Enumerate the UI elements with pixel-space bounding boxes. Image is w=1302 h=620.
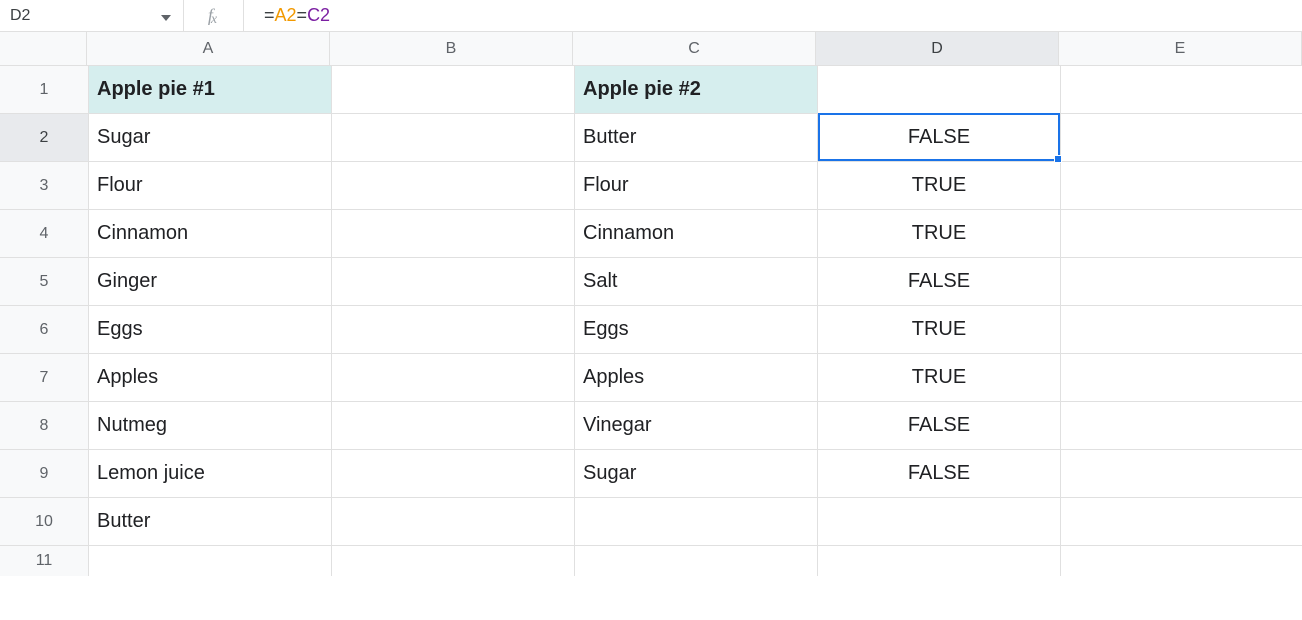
col-header-c[interactable]: C	[573, 32, 816, 66]
cell-A10[interactable]: Butter	[89, 498, 332, 546]
cell-E4[interactable]	[1061, 210, 1302, 258]
formula-input[interactable]: =A2=C2	[244, 0, 1302, 31]
row-header-7[interactable]: 7	[0, 354, 89, 402]
row-header-1[interactable]: 1	[0, 66, 89, 114]
cell-A8[interactable]: Nutmeg	[89, 402, 332, 450]
cell-D2[interactable]: FALSE	[818, 114, 1061, 162]
fx-label-wrap: f x	[184, 0, 244, 31]
formula-ref-a2: A2	[275, 5, 297, 26]
cell-E11[interactable]	[1061, 546, 1302, 576]
cell-B2[interactable]	[332, 114, 575, 162]
cell-A3[interactable]: Flour	[89, 162, 332, 210]
row-header-6[interactable]: 6	[0, 306, 89, 354]
formula-ref-c2: C2	[307, 5, 330, 26]
cell-E8[interactable]	[1061, 402, 1302, 450]
cell-A9[interactable]: Lemon juice	[89, 450, 332, 498]
cell-E7[interactable]	[1061, 354, 1302, 402]
spreadsheet-grid: A B C D E 1 2 3 4 5 6 7 8 9 10 11 Apple …	[0, 32, 1302, 576]
cell-B11[interactable]	[332, 546, 575, 576]
cell-C8[interactable]: Vinegar	[575, 402, 818, 450]
cell-D1[interactable]	[818, 66, 1061, 114]
cell-D11[interactable]	[818, 546, 1061, 576]
cell-C4[interactable]: Cinnamon	[575, 210, 818, 258]
row-header-5[interactable]: 5	[0, 258, 89, 306]
row-header-3[interactable]: 3	[0, 162, 89, 210]
cell-C10[interactable]	[575, 498, 818, 546]
formula-bar: D2 f x =A2=C2	[0, 0, 1302, 32]
col-header-b[interactable]: B	[330, 32, 573, 66]
fx-sub-icon: x	[211, 12, 217, 28]
row-header-8[interactable]: 8	[0, 402, 89, 450]
cell-E9[interactable]	[1061, 450, 1302, 498]
cell-E1[interactable]	[1061, 66, 1302, 114]
col-header-e[interactable]: E	[1059, 32, 1302, 66]
cell-A11[interactable]	[89, 546, 332, 576]
cell-D7[interactable]: TRUE	[818, 354, 1061, 402]
cell-C3[interactable]: Flour	[575, 162, 818, 210]
cell-A4[interactable]: Cinnamon	[89, 210, 332, 258]
row-header-4[interactable]: 4	[0, 210, 89, 258]
cell-C2[interactable]: Butter	[575, 114, 818, 162]
cell-E3[interactable]	[1061, 162, 1302, 210]
row-header-11[interactable]: 11	[0, 546, 89, 576]
corner-select-all[interactable]	[0, 32, 87, 66]
cell-E5[interactable]	[1061, 258, 1302, 306]
cell-C1[interactable]: Apple pie #2	[575, 66, 818, 114]
dropdown-icon[interactable]	[161, 8, 171, 24]
cell-D3[interactable]: TRUE	[818, 162, 1061, 210]
formula-eq2: =	[297, 5, 308, 26]
cell-B3[interactable]	[332, 162, 575, 210]
cell-C6[interactable]: Eggs	[575, 306, 818, 354]
cell-C9[interactable]: Sugar	[575, 450, 818, 498]
cell-D9[interactable]: FALSE	[818, 450, 1061, 498]
cell-A2[interactable]: Sugar	[89, 114, 332, 162]
name-box[interactable]: D2	[0, 0, 184, 31]
cell-B1[interactable]	[332, 66, 575, 114]
formula-eq: =	[264, 5, 275, 26]
cell-D4[interactable]: TRUE	[818, 210, 1061, 258]
col-header-d[interactable]: D	[816, 32, 1059, 66]
row-header-2[interactable]: 2	[0, 114, 89, 162]
cell-D8[interactable]: FALSE	[818, 402, 1061, 450]
cell-B9[interactable]	[332, 450, 575, 498]
cell-B5[interactable]	[332, 258, 575, 306]
cell-A7[interactable]: Apples	[89, 354, 332, 402]
cell-A5[interactable]: Ginger	[89, 258, 332, 306]
cell-B10[interactable]	[332, 498, 575, 546]
cell-A6[interactable]: Eggs	[89, 306, 332, 354]
cell-C5[interactable]: Salt	[575, 258, 818, 306]
cell-E10[interactable]	[1061, 498, 1302, 546]
cell-C11[interactable]	[575, 546, 818, 576]
cell-D6[interactable]: TRUE	[818, 306, 1061, 354]
cell-E6[interactable]	[1061, 306, 1302, 354]
cell-D5[interactable]: FALSE	[818, 258, 1061, 306]
cell-B4[interactable]	[332, 210, 575, 258]
cell-B6[interactable]	[332, 306, 575, 354]
row-header-10[interactable]: 10	[0, 498, 89, 546]
row-header-9[interactable]: 9	[0, 450, 89, 498]
cell-B8[interactable]	[332, 402, 575, 450]
name-box-text: D2	[10, 7, 30, 25]
cell-B7[interactable]	[332, 354, 575, 402]
cell-E2[interactable]	[1061, 114, 1302, 162]
grid-body: 1 2 3 4 5 6 7 8 9 10 11 Apple pie #1 App…	[0, 66, 1302, 576]
col-header-a[interactable]: A	[87, 32, 330, 66]
cell-C7[interactable]: Apples	[575, 354, 818, 402]
column-headers: A B C D E	[87, 32, 1302, 66]
cell-A1[interactable]: Apple pie #1	[89, 66, 332, 114]
cell-D10[interactable]	[818, 498, 1061, 546]
